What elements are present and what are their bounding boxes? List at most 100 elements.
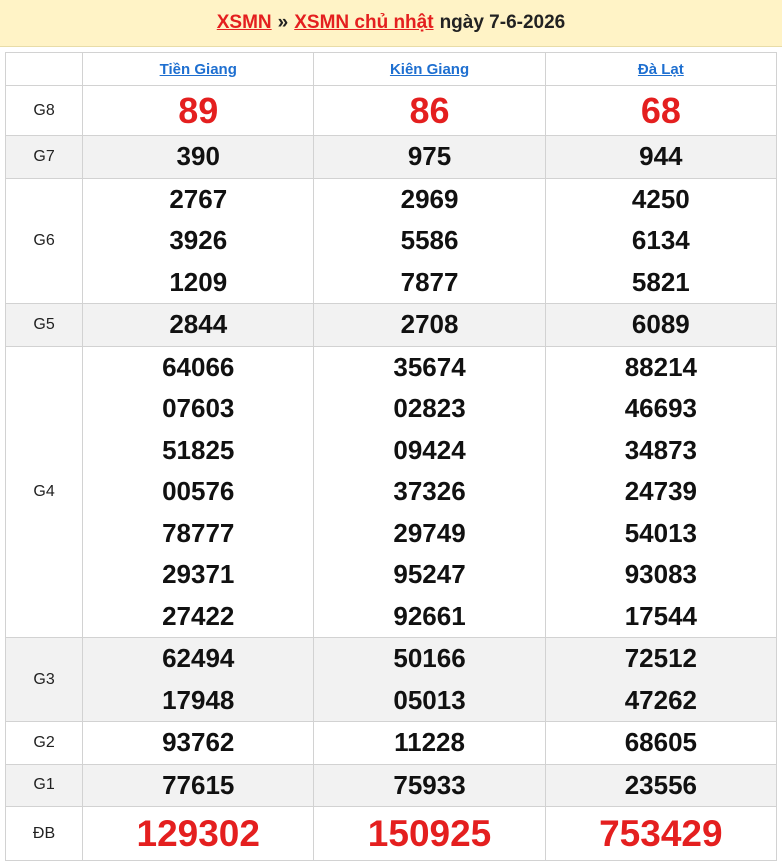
- prize-number: 29749: [393, 517, 466, 548]
- prize-cell: 129302: [82, 806, 315, 861]
- prize-number: 93762: [162, 727, 235, 757]
- prize-label: G4: [4, 345, 84, 638]
- prize-number: 975: [407, 141, 452, 171]
- province-header: Kiên Giang: [313, 52, 546, 86]
- draw-date: ngày 7-6-2026: [439, 12, 566, 33]
- prize-number: 34873: [624, 434, 697, 465]
- prize-cell: 2767 3926 1209: [82, 177, 315, 304]
- prize-cell: 2844: [82, 303, 315, 347]
- prize-number: 77615: [162, 769, 235, 800]
- prize-number: 150925: [367, 812, 492, 854]
- prize-cell: 2969 5586 7877: [313, 177, 546, 304]
- corner-cell: [4, 52, 84, 86]
- prize-number: 3926: [169, 225, 228, 255]
- prize-label: ĐB: [4, 806, 84, 861]
- prize-number: 54013: [624, 517, 697, 548]
- prize-cell: 62494 17948: [82, 637, 315, 722]
- prize-cell: 753429: [544, 806, 778, 861]
- prize-number: 2844: [169, 309, 228, 339]
- prize-number: 09424: [393, 434, 466, 465]
- prize-row: G7 390 975 944: [4, 135, 778, 179]
- prize-number: 7877: [400, 266, 459, 297]
- prize-row: G6 2767 3926 1209 2969 5586 7877 4250 6134 5821: [4, 177, 778, 304]
- prize-cell: 390: [82, 135, 315, 179]
- province-link-tien-giang[interactable]: Tiền Giang: [160, 61, 237, 78]
- prize-number: 37326: [393, 476, 466, 506]
- prize-number: 88214: [624, 351, 697, 382]
- prize-label: G5: [4, 303, 84, 347]
- prize-cell: 50166 05013: [313, 637, 546, 722]
- prize-number: 129302: [136, 812, 260, 854]
- prize-number: 47262: [624, 684, 697, 715]
- prize-number: 68: [640, 89, 681, 131]
- prize-cell: 68605: [544, 721, 778, 765]
- prize-number: 23556: [624, 769, 697, 800]
- prize-row: G5 2844 2708 6089: [4, 303, 778, 347]
- province-header-row: Tiền Giang Kiên Giang Đà Lạt: [4, 52, 778, 86]
- prize-number: 89: [178, 89, 219, 131]
- prize-row: G3 62494 17948 50166 05013 72512 47262: [4, 637, 778, 722]
- xsmn-sunday-link[interactable]: XSMN chủ nhật: [294, 12, 433, 34]
- prize-number: 6089: [631, 309, 690, 339]
- prize-number: 1209: [169, 266, 228, 297]
- prize-number: 11228: [394, 727, 465, 757]
- page-header: XSMN » XSMN chủ nhật ngày 7-6-2026: [0, 0, 782, 47]
- prize-label: G2: [4, 721, 84, 765]
- prize-cell: 11228: [313, 721, 546, 765]
- prize-label: G8: [4, 85, 84, 136]
- prize-number: 95247: [393, 559, 466, 589]
- province-link-kien-giang[interactable]: Kiên Giang: [390, 61, 469, 78]
- prize-number: 5586: [400, 225, 459, 255]
- prize-cell: 93762: [82, 721, 315, 765]
- prize-cell: 150925: [313, 806, 546, 861]
- prize-number: 05013: [393, 684, 466, 715]
- prize-cell: 4250 6134 5821: [544, 177, 778, 304]
- prize-row: G4 64066 07603 51825 00576 78777 29371 27422 356…: [4, 345, 778, 638]
- province-header: Tiền Giang: [82, 52, 315, 86]
- prize-cell: 77615: [82, 763, 315, 807]
- xsmn-link[interactable]: XSMN: [217, 12, 272, 34]
- prize-number: 2708: [400, 309, 459, 339]
- prize-number: 753429: [599, 812, 723, 854]
- prize-cell: 64066 07603 51825 00576 78777 29371 27422: [82, 345, 315, 638]
- prize-cell: 944: [544, 135, 778, 179]
- prize-number: 17948: [162, 684, 235, 715]
- prize-cell: 68: [544, 85, 778, 136]
- prize-cell: 975: [313, 135, 546, 179]
- prize-number: 50166: [393, 643, 466, 673]
- prize-label: G7: [4, 135, 84, 179]
- results-table: Tiền Giang Kiên Giang Đà Lạt G8 89 86 68 G7 3…: [4, 52, 778, 861]
- prize-cell: 23556: [544, 763, 778, 807]
- prize-number: 64066: [162, 351, 235, 382]
- prize-cell: 35674 02823 09424 37326 29749 95247 92661: [313, 345, 546, 638]
- prize-cell: 89: [82, 85, 315, 136]
- prize-number: 46693: [624, 393, 697, 423]
- breadcrumb-separator: »: [277, 12, 289, 33]
- prize-number: 944: [639, 141, 683, 171]
- prize-label: G6: [4, 177, 84, 304]
- prize-cell: 75933: [313, 763, 546, 807]
- prize-number: 02823: [393, 393, 466, 423]
- prize-number: 07603: [162, 393, 235, 423]
- prize-number: 68605: [624, 727, 697, 757]
- prize-cell: 2708: [313, 303, 546, 347]
- prize-number: 2969: [400, 183, 459, 214]
- prize-number: 6134: [631, 225, 690, 255]
- prize-number: 17544: [624, 600, 697, 631]
- prize-cell: 86: [313, 85, 546, 136]
- prize-number: 75933: [393, 769, 466, 800]
- prize-number: 27422: [162, 600, 235, 631]
- province-link-da-lat[interactable]: Đà Lạt: [638, 61, 684, 78]
- prize-label: G3: [4, 637, 84, 722]
- prize-cell: 6089: [544, 303, 778, 347]
- prize-number: 35674: [393, 351, 466, 382]
- prize-label: G1: [4, 763, 84, 807]
- prize-cell: 72512 47262: [544, 637, 778, 722]
- prize-number: 78777: [162, 517, 235, 548]
- province-header: Đà Lạt: [544, 52, 778, 86]
- prize-number: 62494: [162, 643, 235, 673]
- prize-number: 2767: [169, 183, 228, 214]
- prize-row: G1 77615 75933 23556: [4, 763, 778, 807]
- prize-number: 92661: [393, 600, 466, 631]
- prize-number: 51825: [162, 434, 235, 465]
